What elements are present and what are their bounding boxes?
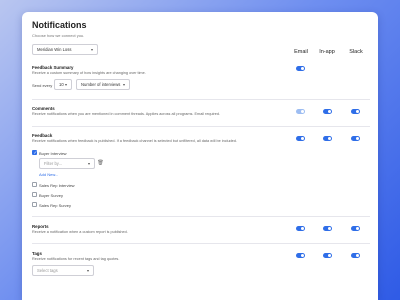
filter-select[interactable]: Filter by... ▾	[39, 158, 95, 169]
comments-in-app-toggle[interactable]	[323, 109, 332, 114]
program-select-value: Meridian Win Loss	[37, 47, 72, 52]
interval-select[interactable]: Number of interviews ▾	[76, 79, 130, 90]
buyer-survey-checkbox[interactable]	[32, 192, 37, 197]
comments-desc: Receive notifications when you are menti…	[32, 112, 221, 116]
add-new-link[interactable]: Add New...	[39, 172, 58, 177]
feedback-title: Feedback	[32, 133, 53, 138]
send-every-label: Send every	[32, 83, 53, 88]
reports-title: Reports	[32, 224, 49, 229]
channel-label: Sales Rep Survey	[39, 202, 72, 208]
reports-slack-toggle[interactable]	[351, 226, 360, 231]
column-slack: Slack	[349, 49, 363, 55]
channel-label: Buyer Survey	[39, 192, 64, 198]
tags-desc: Receive notifications for recent tags an…	[32, 257, 120, 261]
column-in-app: In-app	[319, 49, 335, 55]
tags-select-placeholder: Select tags	[37, 268, 58, 273]
comments-slack-toggle[interactable]	[351, 109, 360, 114]
page-title: Notifications	[32, 20, 87, 30]
interval-value: Number of interviews	[81, 82, 121, 87]
tags-slack-toggle[interactable]	[351, 253, 360, 258]
chevron-down-icon: ▾	[90, 47, 93, 52]
divider	[32, 126, 370, 127]
trash-icon[interactable]: 🗑	[97, 160, 104, 167]
comments-email-toggle[interactable]	[296, 109, 305, 114]
sales-rep-interview-checkbox[interactable]	[32, 182, 37, 187]
channel-label: Buyer Interview	[39, 150, 67, 156]
chevron-down-icon: ▾	[86, 268, 89, 273]
reports-email-toggle[interactable]	[296, 226, 305, 231]
chevron-down-icon: ▾	[122, 82, 125, 87]
feedback-summary-desc: Receive a custom summary of how insights…	[32, 71, 146, 75]
buyer-interview-checkbox[interactable]	[32, 150, 37, 156]
reports-desc: Receive a notification when a custom rep…	[32, 230, 128, 234]
divider	[32, 216, 370, 217]
channel-label: Sales Rep Interview	[39, 182, 75, 188]
divider	[32, 243, 370, 244]
feedback-slack-toggle[interactable]	[351, 136, 360, 141]
feedback-summary-title: Feedback Summary	[32, 65, 74, 70]
tags-email-toggle[interactable]	[296, 253, 305, 258]
notifications-card: Notifications Choose how we connect you.…	[22, 12, 378, 300]
sales-rep-survey-checkbox[interactable]	[32, 202, 37, 207]
feedback-summary-email-toggle[interactable]	[296, 66, 305, 71]
tags-title: Tags	[32, 251, 42, 256]
send-every-count-value: 10	[59, 82, 64, 87]
divider	[32, 99, 370, 100]
page-subtitle: Choose how we connect you.	[32, 33, 85, 38]
program-select[interactable]: Meridian Win Loss ▾	[32, 44, 98, 55]
feedback-desc: Receive notifications when feedback is p…	[32, 139, 237, 143]
feedback-email-toggle[interactable]	[296, 136, 305, 141]
reports-in-app-toggle[interactable]	[323, 226, 332, 231]
send-every-count-select[interactable]: 10 ▾	[54, 79, 72, 90]
tags-select[interactable]: Select tags ▾	[32, 265, 94, 276]
chevron-down-icon: ▾	[87, 161, 90, 166]
feedback-in-app-toggle[interactable]	[323, 136, 332, 141]
chevron-down-icon: ▾	[64, 82, 67, 87]
filter-placeholder: Filter by...	[44, 161, 63, 166]
comments-title: Comments	[32, 106, 55, 111]
tags-in-app-toggle[interactable]	[323, 253, 332, 258]
